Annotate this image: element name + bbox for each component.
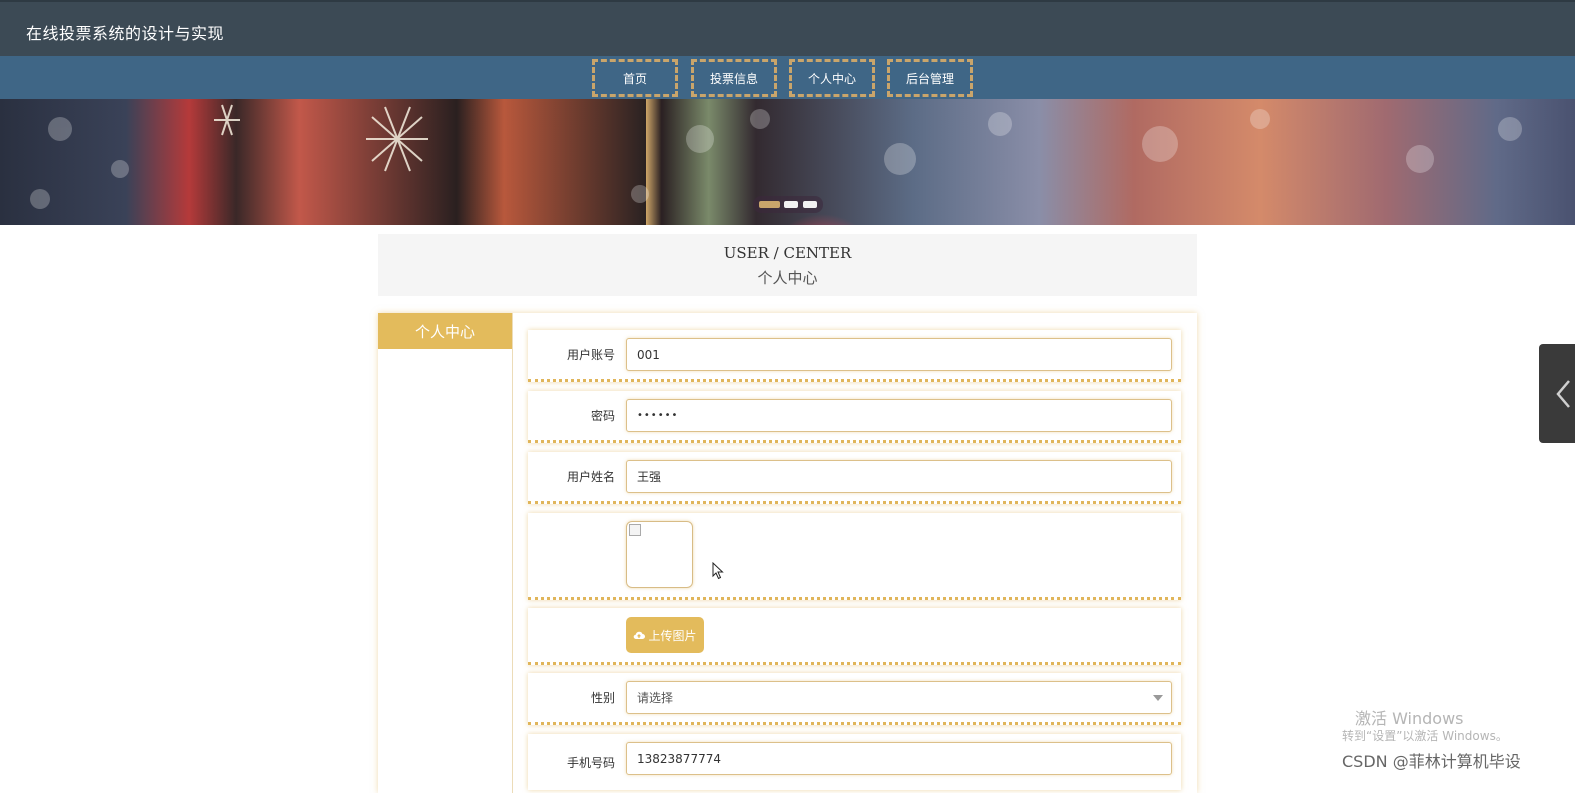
name-label: 用户姓名 bbox=[566, 470, 615, 484]
section-title-cn: 个人中心 bbox=[757, 269, 818, 287]
gender-select-value: 请选择 bbox=[637, 691, 674, 705]
chevron-down-icon bbox=[1153, 695, 1163, 701]
password-input[interactable]: •••••• bbox=[626, 399, 1172, 432]
site-title: 在线投票系统的设计与实现 bbox=[26, 24, 225, 43]
side-menu-title[interactable]: 个人中心 bbox=[378, 313, 512, 349]
form-row-password: 密码 •••••• bbox=[528, 391, 1181, 443]
form-row-upload: 上传图片 bbox=[528, 608, 1181, 665]
account-label: 用户账号 bbox=[566, 348, 615, 362]
csdn-watermark: CSDN @菲林计算机毕设 bbox=[1342, 752, 1521, 771]
gender-select[interactable]: 请选择 bbox=[626, 681, 1172, 714]
carousel-dot-2[interactable] bbox=[784, 201, 798, 208]
account-input[interactable]: 001 bbox=[626, 338, 1172, 371]
chevron-left-icon bbox=[1556, 380, 1570, 408]
carousel-dot-1[interactable] bbox=[759, 201, 780, 208]
section-header: USER / CENTER 个人中心 bbox=[378, 234, 1197, 296]
windows-activation-title: 激活 Windows bbox=[1355, 709, 1464, 728]
form-row-gender: 性别 请选择 bbox=[528, 673, 1181, 725]
user-center-panel: 个人中心 用户账号 001 密码 •••••• 用户姓名 王强 上传图片 性别 … bbox=[378, 313, 1197, 793]
phone-input[interactable]: 13823877774 bbox=[626, 742, 1172, 775]
form-row-avatar bbox=[528, 513, 1181, 600]
main-navigation: 首页 投票信息 个人中心 后台管理 bbox=[0, 56, 1575, 99]
nav-item-user-center[interactable]: 个人中心 bbox=[789, 59, 875, 97]
broken-image-icon bbox=[629, 524, 641, 536]
cloud-upload-icon bbox=[634, 631, 646, 640]
form-row-phone: 手机号码 13823877774 bbox=[528, 734, 1181, 790]
name-input[interactable]: 王强 bbox=[626, 460, 1172, 493]
phone-label: 手机号码 bbox=[566, 755, 615, 770]
nav-item-admin[interactable]: 后台管理 bbox=[887, 59, 973, 97]
form-row-name: 用户姓名 王强 bbox=[528, 452, 1181, 504]
windows-activation-subtitle: 转到“设置”以激活 Windows。 bbox=[1342, 729, 1508, 743]
upload-button-label: 上传图片 bbox=[648, 628, 697, 643]
nav-item-vote-info[interactable]: 投票信息 bbox=[691, 59, 777, 97]
section-title-en: USER / CENTER bbox=[723, 244, 852, 262]
gender-label: 性别 bbox=[590, 691, 615, 705]
nav-item-home[interactable]: 首页 bbox=[592, 59, 678, 97]
mouse-cursor-icon bbox=[712, 562, 724, 580]
upload-image-button[interactable]: 上传图片 bbox=[626, 617, 704, 653]
side-drawer-handle[interactable] bbox=[1539, 344, 1575, 443]
form-row-account: 用户账号 001 bbox=[528, 330, 1181, 382]
password-label: 密码 bbox=[590, 409, 615, 423]
avatar-preview[interactable] bbox=[626, 521, 693, 588]
side-menu: 个人中心 bbox=[378, 313, 513, 793]
top-header-bar: 在线投票系统的设计与实现 bbox=[0, 0, 1575, 56]
carousel-dot-3[interactable] bbox=[803, 201, 817, 208]
